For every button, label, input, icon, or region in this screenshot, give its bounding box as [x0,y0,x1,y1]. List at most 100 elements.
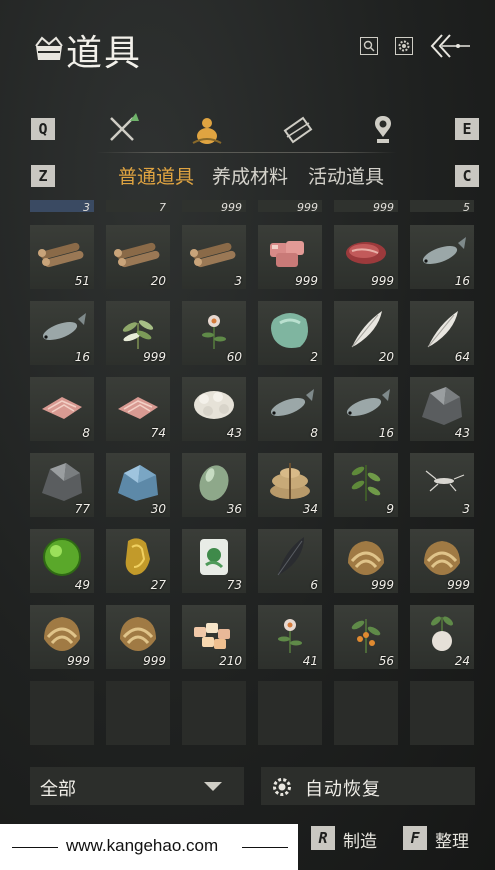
partial-item-slot[interactable]: 999 [334,200,398,214]
item-slot[interactable]: 30 [106,453,170,517]
ore-icon [42,463,82,501]
item-slot[interactable]: 16 [410,225,474,289]
item-count: 30 [150,502,166,516]
crystal-ore-icon [118,465,158,501]
logs-icon [114,242,160,268]
item-count: 999 [221,201,242,214]
item-slot[interactable]: 74 [106,377,170,441]
item-slot[interactable]: 43 [182,377,246,441]
item-count: 27 [150,578,166,592]
item-count: 64 [454,350,470,364]
item-slot[interactable]: 3 [410,453,474,517]
item-slot[interactable]: 20 [106,225,170,289]
item-slot[interactable]: 16 [30,301,94,365]
item-slot[interactable]: 8 [258,377,322,441]
item-count: 999 [447,578,470,592]
sack-icon [270,463,310,499]
item-slot[interactable]: 34 [258,453,322,517]
empty-item-slot[interactable] [30,681,94,745]
item-slot[interactable]: 60 [182,301,246,365]
shell-icon [120,617,156,651]
item-slot[interactable]: 56 [334,605,398,669]
shell-icon [424,541,460,575]
item-slot[interactable]: 20 [334,301,398,365]
item-slot[interactable]: 24 [410,605,474,669]
swords-icon[interactable] [106,113,140,147]
item-slot[interactable]: 999 [30,605,94,669]
subtab-materials[interactable]: 养成材料 [212,162,288,189]
item-count: 6 [310,578,318,592]
item-slot[interactable]: 36 [182,453,246,517]
item-slot[interactable]: 8 [30,377,94,441]
back-arrow-icon[interactable] [428,33,472,59]
item-slot[interactable]: 49 [30,529,94,593]
item-slot[interactable]: 77 [30,453,94,517]
item-slot[interactable]: 51 [30,225,94,289]
partial-item-slot[interactable]: 5 [410,200,474,214]
item-count: 999 [295,274,318,288]
scroll-icon[interactable] [281,113,315,147]
empty-item-slot[interactable] [106,681,170,745]
item-slot[interactable]: 210 [182,605,246,669]
chevron-down-icon [204,782,222,791]
subtab-event-items[interactable]: 活动道具 [308,162,384,189]
item-count: 56 [378,654,394,668]
tab-prev-key[interactable]: Q [31,118,55,140]
item-slot[interactable]: 3 [182,225,246,289]
item-slot[interactable]: 999 [258,225,322,289]
item-count: 43 [454,426,470,440]
item-slot[interactable]: 41 [258,605,322,669]
candy-icon [194,623,230,649]
fish-fillet-icon [42,397,82,419]
item-slot[interactable]: 73 [182,529,246,593]
bundle-icon [35,36,63,60]
item-slot[interactable]: 27 [106,529,170,593]
fish-icon [346,389,390,417]
logs-icon [38,242,84,268]
item-slot[interactable]: 999 [106,605,170,669]
watermark-bar: www.kangehao.com [0,824,298,870]
item-slot[interactable]: 16 [334,377,398,441]
auto-restore-button[interactable]: 自动恢复 [261,767,475,805]
settings-button[interactable] [395,37,413,55]
item-slot[interactable]: 6 [258,529,322,593]
item-slot[interactable]: 64 [410,301,474,365]
partial-item-slot[interactable]: 999 [182,200,246,214]
item-slot[interactable]: 43 [410,377,474,441]
item-slot[interactable]: 999 [334,529,398,593]
item-slot[interactable]: 999 [334,225,398,289]
fish-icon [270,389,314,417]
partial-item-slot[interactable]: 7 [106,200,170,214]
item-count: 77 [74,502,90,516]
filter-dropdown[interactable]: 全部 [30,767,244,805]
tab-next-key[interactable]: E [455,118,479,140]
empty-item-slot[interactable] [410,681,474,745]
subtab-next-key[interactable]: C [455,165,479,187]
map-marker-icon[interactable] [366,113,400,147]
item-slot[interactable]: 9 [334,453,398,517]
empty-item-slot[interactable] [182,681,246,745]
shell-icon [348,541,384,575]
sort-key: F [403,826,427,850]
fish-icon [42,313,86,341]
item-count: 34 [302,502,318,516]
search-button[interactable] [360,37,378,55]
filter-label: 全部 [40,779,76,800]
item-count: 999 [297,201,318,214]
item-count: 7 [159,201,166,214]
item-slot[interactable]: 2 [258,301,322,365]
auto-restore-label: 自动恢复 [305,779,381,800]
shell-icon [44,617,80,651]
herb-icon [122,320,154,349]
item-slot[interactable]: 999 [410,529,474,593]
partial-item-slot[interactable]: 3 [30,200,94,214]
empty-item-slot[interactable] [334,681,398,745]
partial-item-slot[interactable]: 999 [258,200,322,214]
subtab-common-items[interactable]: 普通道具 [118,162,194,189]
feather-icon [351,311,382,348]
watermark-line-right [242,847,288,848]
gourd-icon[interactable] [190,113,224,147]
empty-item-slot[interactable] [258,681,322,745]
item-count: 999 [67,654,90,668]
item-slot[interactable]: 999 [106,301,170,365]
